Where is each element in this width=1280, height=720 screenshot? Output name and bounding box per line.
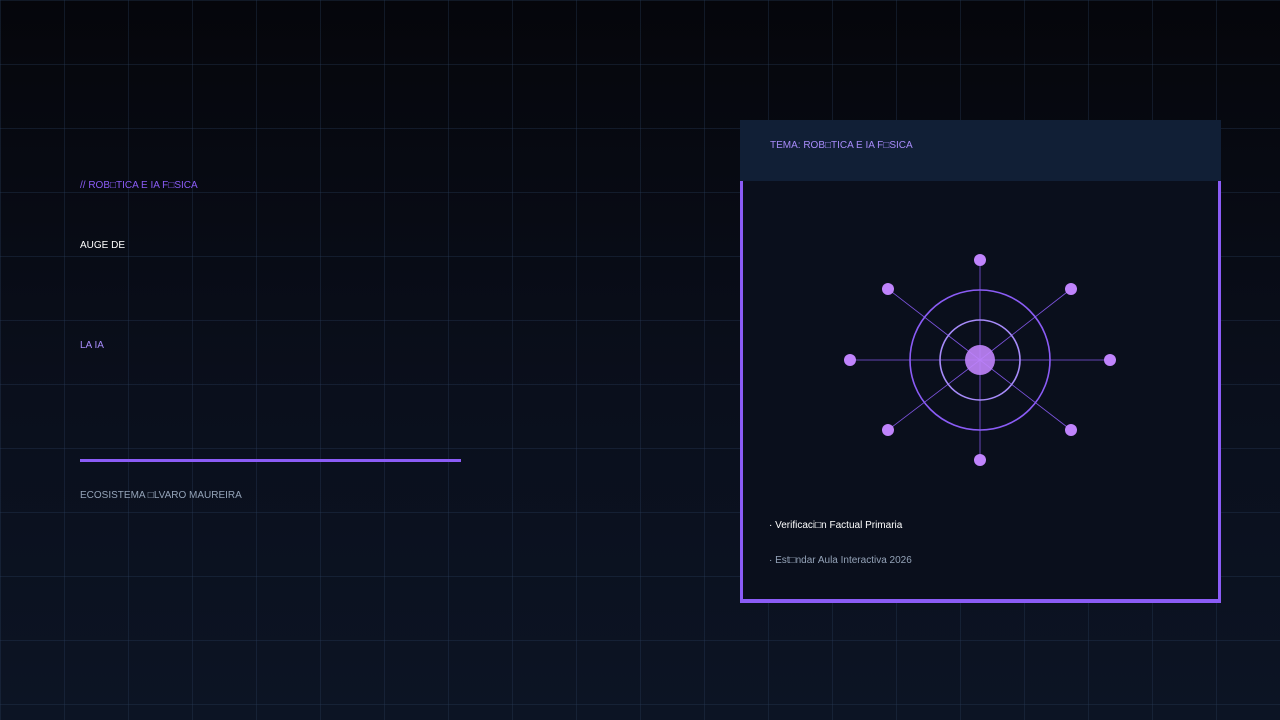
title-line-2: LA IA <box>80 340 104 351</box>
card-header: TEMA: ROB□TICA E IA F□SICA <box>740 120 1221 181</box>
footer-credit: ECOSISTEMA □LVARO MAUREIRA <box>80 490 242 501</box>
hub-core <box>965 345 995 375</box>
section-kicker: // ROB□TICA E IA F□SICA <box>80 180 198 191</box>
network-hub-icon <box>844 254 1116 466</box>
card-topic-label: TEMA: ROB□TICA E IA F□SICA <box>770 140 913 151</box>
bullet-standard: · Est□ndar Aula Interactiva 2026 <box>769 555 912 566</box>
topic-card: TEMA: ROB□TICA E IA F□SICA · Verificaci□ <box>740 120 1221 603</box>
title-line-1: AUGE DE <box>80 240 126 251</box>
accent-divider <box>80 459 461 462</box>
bullet-verification: · Verificaci□n Factual Primaria <box>769 520 903 531</box>
